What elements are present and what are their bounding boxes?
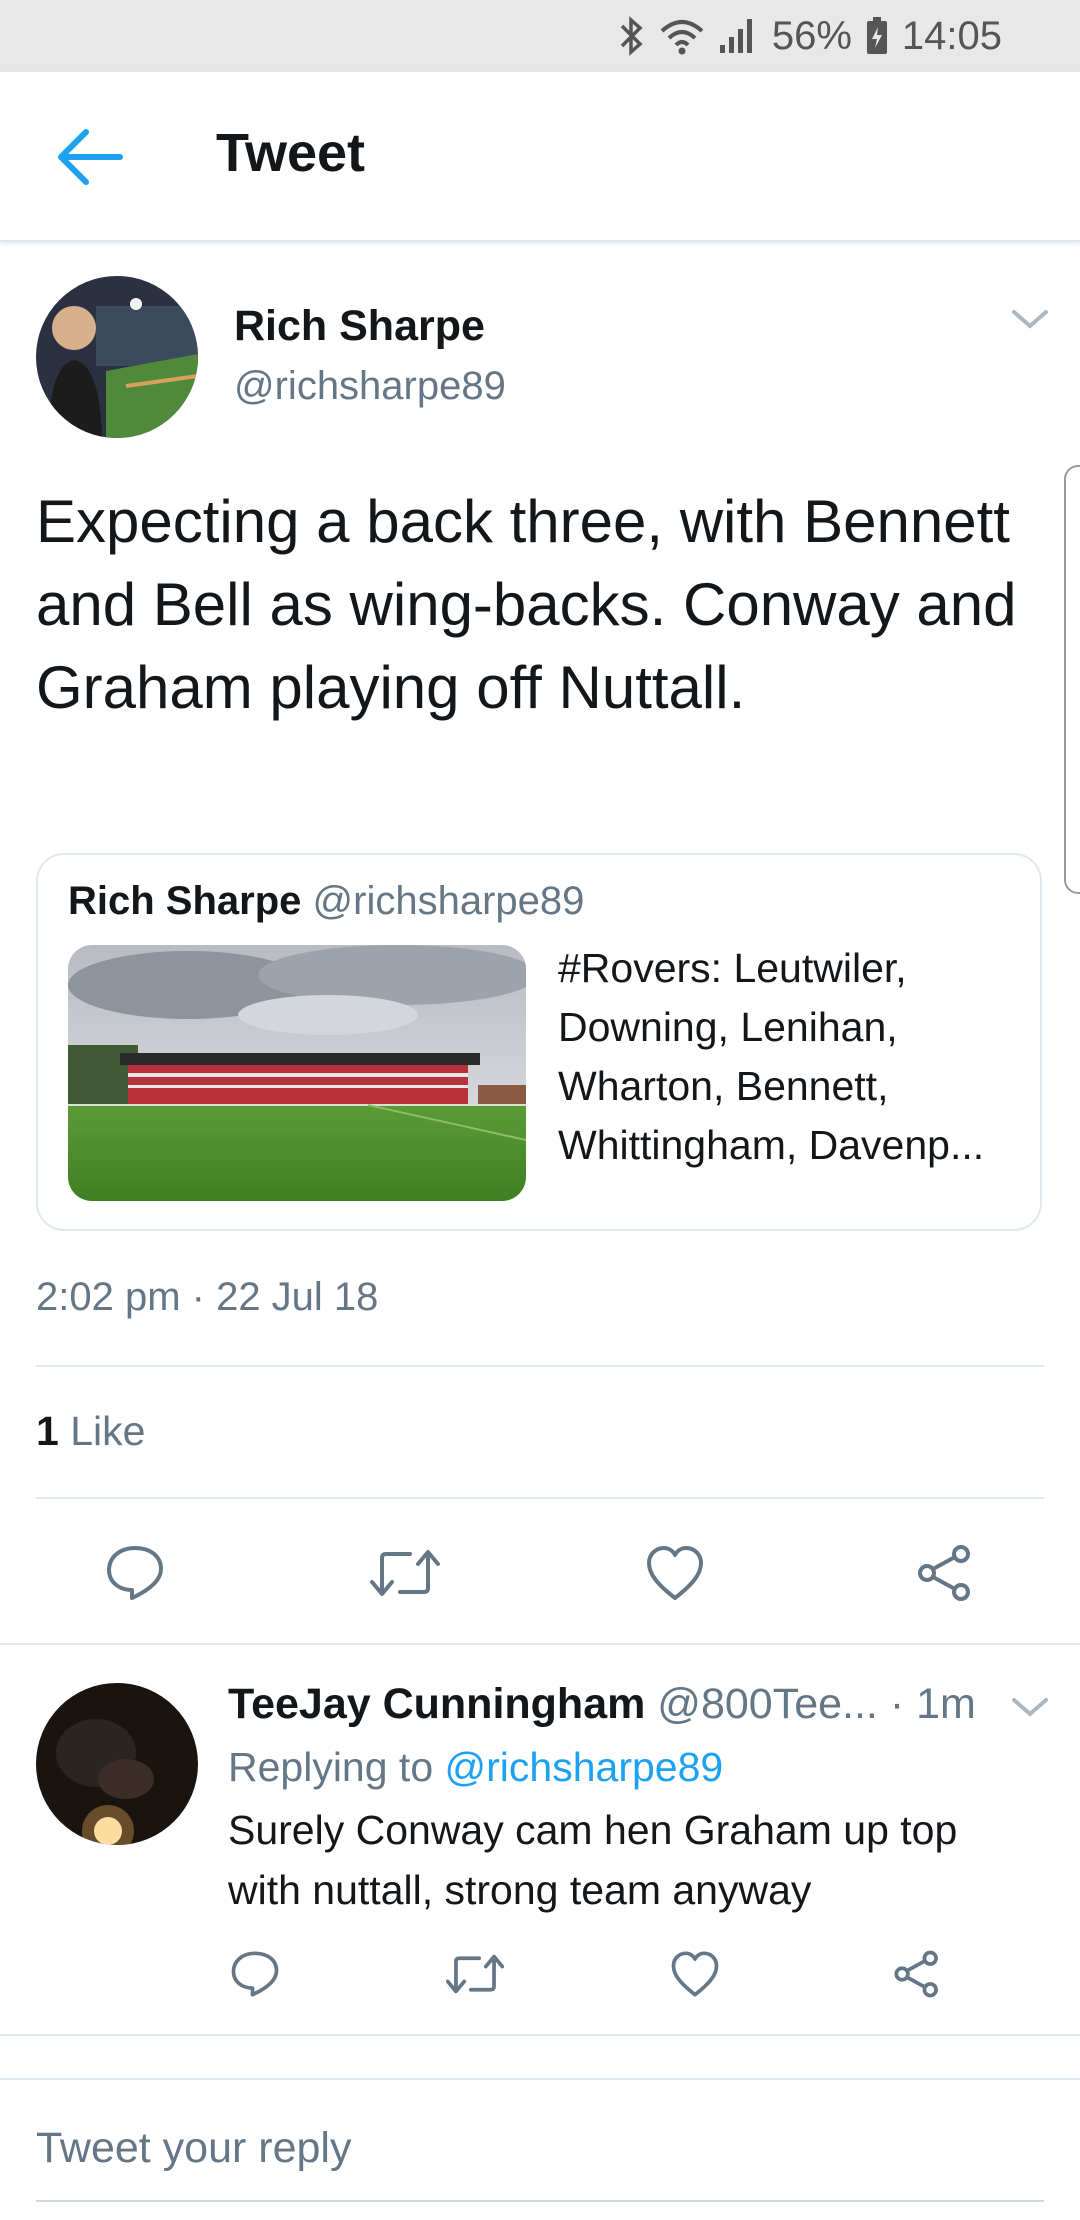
clock: 14:05 (901, 13, 1002, 58)
reply-author-avatar[interactable] (36, 1683, 198, 1845)
signal-icon (718, 17, 758, 55)
reply-author-name[interactable]: TeeJay Cunningham (228, 1680, 645, 1728)
battery-icon (866, 17, 888, 55)
reply-share-button[interactable] (892, 1950, 942, 1998)
divider (0, 2078, 1080, 2080)
reply-retweet-button[interactable] (446, 1950, 504, 1998)
scroll-indicator (1064, 465, 1080, 894)
replying-to: Replying to @richsharpe89 (228, 1744, 723, 1791)
share-icon (894, 1950, 938, 1998)
divider (0, 1643, 1080, 1645)
reply-time: · 1m (889, 1680, 976, 1728)
back-button[interactable] (54, 126, 124, 188)
status-bar: 56% 14:05 (0, 0, 1080, 72)
reply-reply-button[interactable] (230, 1950, 280, 1998)
like-count-label: Like (70, 1408, 146, 1454)
reply-text: Surely Conway cam hen Graham up top with… (228, 1807, 958, 1913)
heart-icon (671, 1951, 719, 1997)
wifi-icon (660, 17, 704, 55)
quoted-tweet-card[interactable]: Rich Sharpe @richsharpe89 #Rovers: Leutw… (36, 853, 1042, 1231)
chevron-down-icon (1012, 310, 1048, 329)
reply-like-button[interactable] (670, 1950, 720, 1998)
retweet-icon (446, 1954, 504, 1994)
like-count[interactable]: 1 Like (36, 1408, 145, 1455)
page-title: Tweet (216, 123, 366, 183)
author-avatar[interactable] (36, 276, 198, 438)
reply-input[interactable]: Tweet your reply (36, 2124, 351, 2173)
chevron-down-icon (1012, 1698, 1048, 1717)
author-handle[interactable]: @richsharpe89 (234, 364, 506, 409)
tweet-text: Expecting a back three, with Bennett and… (36, 488, 1017, 721)
share-button[interactable] (915, 1544, 975, 1602)
divider (0, 2034, 1080, 2036)
comment-icon (231, 1951, 279, 1997)
arrow-left-icon (58, 129, 123, 185)
retweet-button[interactable] (370, 1544, 440, 1602)
reply-menu-button[interactable] (1010, 1692, 1050, 1722)
app-bar: Tweet (0, 72, 1080, 242)
quoted-tweet-header: Rich Sharpe @richsharpe89 (68, 879, 584, 924)
bluetooth-icon (618, 16, 646, 56)
reply-author-handle[interactable]: @800Tee... (657, 1680, 878, 1728)
reply-header: TeeJay Cunningham @800Tee... · 1m (228, 1680, 976, 1729)
like-button[interactable] (645, 1544, 705, 1602)
tweet-timestamp: 2:02 pm · 22 Jul 18 (36, 1275, 379, 1319)
replying-to-prefix: Replying to (228, 1744, 434, 1790)
retweet-icon (370, 1550, 440, 1596)
reply-button[interactable] (105, 1544, 165, 1602)
stadium-image[interactable] (68, 945, 526, 1201)
divider (36, 1497, 1044, 1499)
like-count-number: 1 (36, 1408, 59, 1454)
quoted-author-handle: @richsharpe89 (312, 879, 585, 923)
reply-input-underline (36, 2200, 1044, 2202)
quoted-author-name: Rich Sharpe (68, 879, 302, 923)
divider (36, 1365, 1044, 1367)
comment-icon (107, 1546, 163, 1600)
author-name[interactable]: Rich Sharpe (234, 302, 485, 351)
heart-icon (647, 1546, 703, 1600)
share-icon (918, 1545, 970, 1601)
quoted-tweet-text: #Rovers: Leutwiler, Downing, Lenihan, Wh… (558, 945, 985, 1168)
battery-percent: 56% (771, 13, 852, 58)
replying-to-link[interactable]: @richsharpe89 (445, 1744, 724, 1790)
tweet-menu-button[interactable] (1010, 304, 1050, 334)
